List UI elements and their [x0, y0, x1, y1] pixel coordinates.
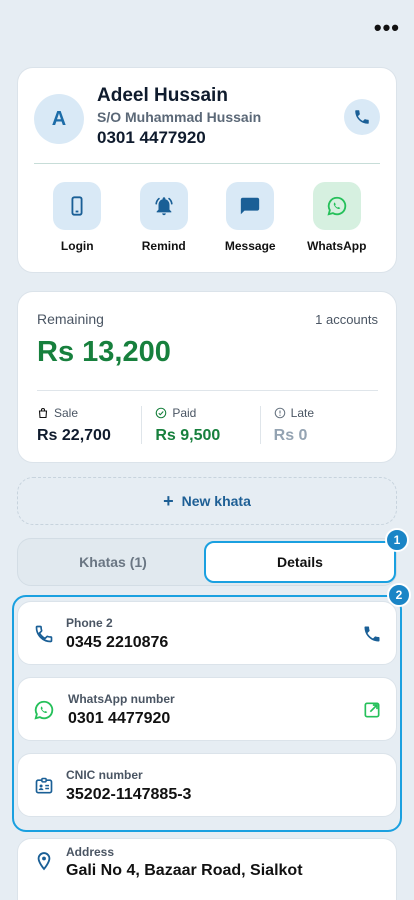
- sale-value: Rs 22,700: [37, 427, 111, 444]
- detail-value: 0345 2210876: [66, 634, 169, 651]
- late-value: Rs 0: [273, 427, 308, 444]
- tab-bar: Khatas (1) Details: [17, 538, 397, 586]
- login-button[interactable]: Login: [34, 182, 121, 253]
- late-label: Late: [290, 406, 315, 420]
- paid-value: Rs 9,500: [155, 427, 221, 444]
- sale-stat: Sale Rs 22,700: [37, 406, 141, 444]
- avatar: A: [34, 94, 84, 144]
- detail-value: Gali No 4, Bazaar Road, Sialkot: [66, 862, 303, 879]
- detail-value: 35202-1147885-3: [66, 786, 192, 803]
- paid-label: Paid: [172, 406, 197, 420]
- customer-phone: 0301 4477920: [97, 128, 206, 147]
- message-icon: [241, 197, 260, 215]
- check-circle-icon: [156, 407, 167, 419]
- quick-actions: Login Remind Message WhatsApp: [34, 182, 380, 253]
- detail-row-whatsapp: WhatsApp number 0301 4477920: [17, 677, 397, 741]
- phone-icon: [355, 110, 369, 124]
- message-label: Message: [224, 239, 276, 253]
- stats-row: Sale Rs 22,700 Paid Rs 9,500 Late Rs 0: [37, 406, 378, 444]
- divider: [37, 390, 378, 391]
- login-label: Login: [60, 239, 94, 253]
- detail-row-phone2: Phone 2 0345 2210876: [17, 601, 397, 665]
- remaining-amount: Rs 13,200: [37, 336, 171, 368]
- detail-label: Phone 2: [66, 616, 113, 630]
- remaining-label: Remaining: [37, 311, 104, 327]
- id-card-icon: [35, 777, 53, 794]
- detail-label: WhatsApp number: [68, 692, 175, 706]
- detail-row-address: Address Gali No 4, Bazaar Road, Sialkot: [17, 838, 397, 900]
- call-phone2-icon[interactable]: [362, 624, 382, 644]
- new-khata-label: New khata: [181, 493, 251, 509]
- whatsapp-label: WhatsApp: [307, 239, 367, 253]
- more-options-icon[interactable]: •••: [374, 17, 400, 39]
- plus-icon: +: [163, 490, 174, 511]
- bell-icon: [155, 197, 173, 216]
- whatsapp-icon: [34, 700, 54, 720]
- paid-stat: Paid Rs 9,500: [141, 406, 259, 444]
- customer-name: Adeel Hussain: [97, 85, 228, 106]
- detail-label: Address: [66, 845, 115, 859]
- tab-details[interactable]: Details: [204, 541, 396, 583]
- shopping-bag-icon: [38, 408, 48, 419]
- customer-parent: S/O Muhammad Hussain: [97, 109, 262, 125]
- profile-card: A Adeel Hussain S/O Muhammad Hussain 030…: [17, 67, 397, 273]
- call-button[interactable]: [344, 99, 380, 135]
- sale-label: Sale: [54, 406, 79, 420]
- open-external-icon[interactable]: [362, 700, 382, 720]
- alert-circle-icon: [274, 407, 285, 419]
- tab-khatas[interactable]: Khatas (1): [18, 539, 208, 585]
- phone-device-icon: [71, 196, 83, 216]
- late-stat: Late Rs 0: [259, 406, 378, 444]
- detail-value: 0301 4477920: [68, 710, 171, 727]
- balance-summary-card: Remaining 1 accounts Rs 13,200 Sale Rs 2…: [17, 291, 397, 463]
- location-icon: [37, 852, 51, 871]
- remind-label: Remind: [141, 239, 186, 253]
- whatsapp-icon: [327, 196, 346, 216]
- phone-icon: [35, 625, 53, 643]
- detail-row-cnic: CNIC number 35202-1147885-3: [17, 753, 397, 817]
- message-button[interactable]: Message: [207, 182, 294, 253]
- annotation-badge-1: 1: [385, 528, 409, 552]
- divider: [34, 163, 380, 164]
- remind-button[interactable]: Remind: [121, 182, 208, 253]
- accounts-count: 1 accounts: [315, 312, 378, 327]
- detail-label: CNIC number: [66, 768, 143, 782]
- whatsapp-button[interactable]: WhatsApp: [294, 182, 381, 253]
- new-khata-button[interactable]: + New khata: [17, 477, 397, 525]
